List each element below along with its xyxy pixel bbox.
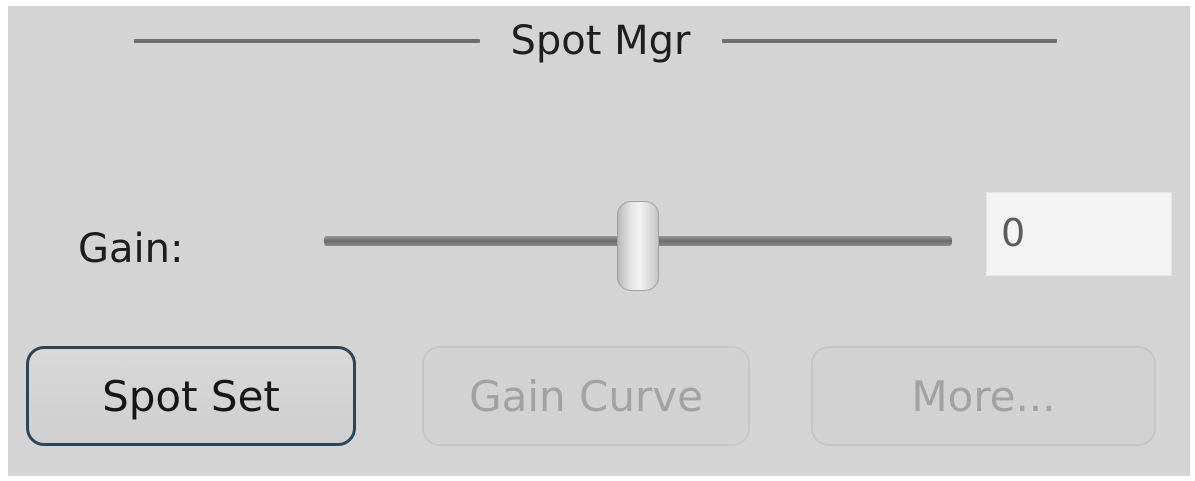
- gain-value-field[interactable]: 0: [986, 192, 1172, 276]
- title-separator-left: [134, 39, 480, 43]
- gain-curve-button[interactable]: Gain Curve: [422, 346, 750, 446]
- spot-set-button[interactable]: Spot Set: [26, 346, 356, 446]
- gain-slider[interactable]: [324, 201, 954, 291]
- spot-mgr-panel: Spot Mgr Gain: 0 Spot Set Gain Curve Mor…: [8, 6, 1190, 476]
- title-separator-right: [722, 39, 1057, 43]
- gain-value-text: 0: [1001, 211, 1026, 255]
- gain-label: Gain:: [78, 226, 184, 272]
- more-button[interactable]: More...: [811, 346, 1156, 446]
- panel-title: Spot Mgr: [510, 18, 691, 64]
- gain-slider-thumb[interactable]: [617, 201, 659, 291]
